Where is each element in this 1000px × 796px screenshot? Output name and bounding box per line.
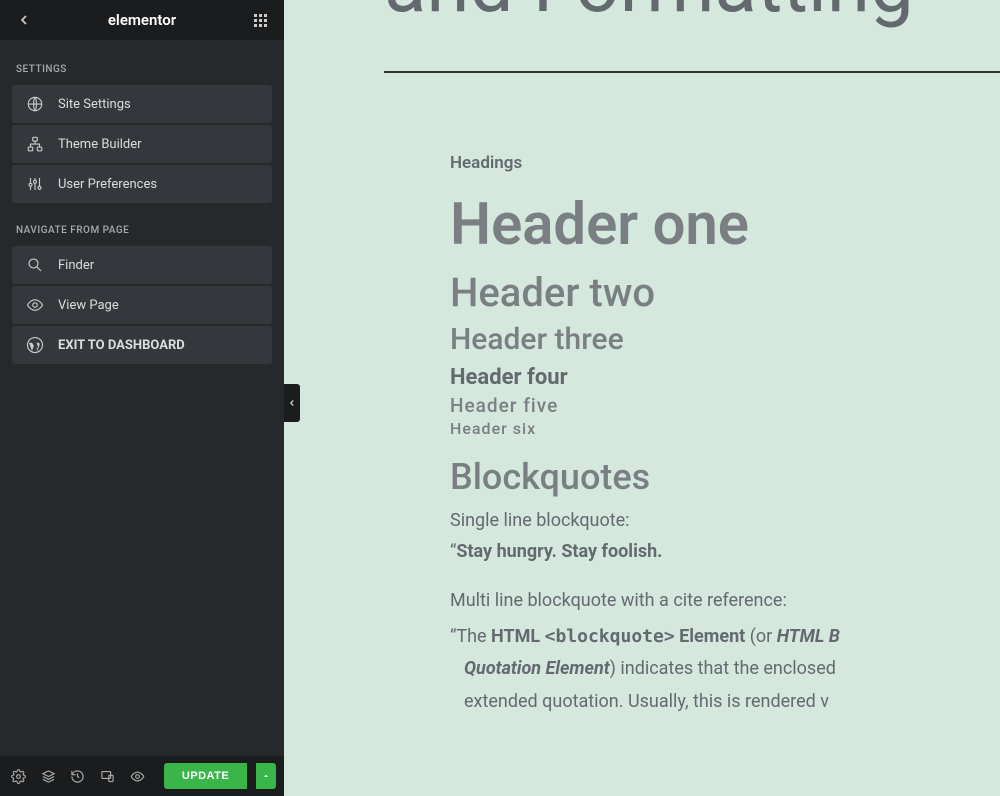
site-settings-item[interactable]: Site Settings — [12, 85, 272, 123]
sidebar-panel: elementor SETTINGS Site Settings Theme B… — [0, 0, 284, 796]
theme-builder-item[interactable]: Theme Builder — [12, 125, 272, 163]
grid-icon — [254, 14, 267, 27]
update-button[interactable]: UPDATE — [164, 763, 247, 789]
sitemap-icon — [26, 135, 44, 153]
navigate-section-label: NAVIGATE FROM PAGE — [16, 225, 268, 236]
preview-button[interactable] — [126, 764, 148, 788]
settings-button[interactable] — [8, 764, 30, 788]
menu-label: User Preferences — [58, 177, 157, 192]
finder-item[interactable]: Finder — [12, 246, 272, 284]
panel-body: SETTINGS Site Settings Theme Builder Use… — [0, 40, 284, 756]
menu-label: View Page — [58, 298, 119, 313]
menu-label: Theme Builder — [58, 137, 142, 152]
menu-label: Finder — [58, 258, 94, 273]
headings-label: Headings — [450, 153, 1000, 173]
preview-canvas[interactable]: and Formatting Headings Header one Heade… — [284, 0, 1000, 796]
header-three: Header three — [450, 322, 1000, 357]
menu-label: Site Settings — [58, 97, 131, 112]
panel-header: elementor — [0, 0, 284, 40]
divider — [384, 71, 1000, 73]
exit-to-dashboard-item[interactable]: EXIT TO DASHBOARD — [12, 326, 272, 364]
header-four: Header four — [450, 365, 1000, 390]
multi-blockquote: The HTML <blockquote> Element (or HTML B… — [450, 621, 1000, 718]
panel-footer: UPDATE — [0, 756, 284, 796]
header-five: Header five — [450, 394, 1000, 417]
update-options-button[interactable] — [256, 763, 276, 789]
back-button[interactable] — [12, 12, 36, 28]
navigator-button[interactable] — [38, 764, 60, 788]
blockquotes-heading: Blockquotes — [450, 456, 1000, 498]
header-six: Header six — [450, 419, 1000, 438]
sliders-icon — [26, 175, 44, 193]
single-blockquote-label: Single line blockquote: — [450, 510, 1000, 531]
menu-label: EXIT TO DASHBOARD — [58, 338, 185, 353]
header-two: Header two — [450, 269, 1000, 316]
widgets-grid-button[interactable] — [248, 14, 272, 27]
view-page-item[interactable]: View Page — [12, 286, 272, 324]
collapse-panel-button[interactable] — [284, 384, 300, 422]
multi-blockquote-label: Multi line blockquote with a cite refere… — [450, 590, 1000, 611]
eye-icon — [26, 296, 44, 314]
globe-icon — [26, 95, 44, 113]
responsive-button[interactable] — [97, 764, 119, 788]
history-button[interactable] — [67, 764, 89, 788]
search-icon — [26, 256, 44, 274]
settings-section-label: SETTINGS — [16, 64, 268, 75]
user-preferences-item[interactable]: User Preferences — [12, 165, 272, 203]
content-area: Headings Header one Header two Header th… — [384, 153, 1000, 718]
page-title: and Formatting — [384, 0, 1000, 31]
header-one: Header one — [450, 191, 1000, 259]
app-logo: elementor — [36, 11, 248, 29]
wordpress-icon — [26, 336, 44, 354]
single-blockquote: Stay hungry. Stay foolish. — [450, 541, 1000, 562]
